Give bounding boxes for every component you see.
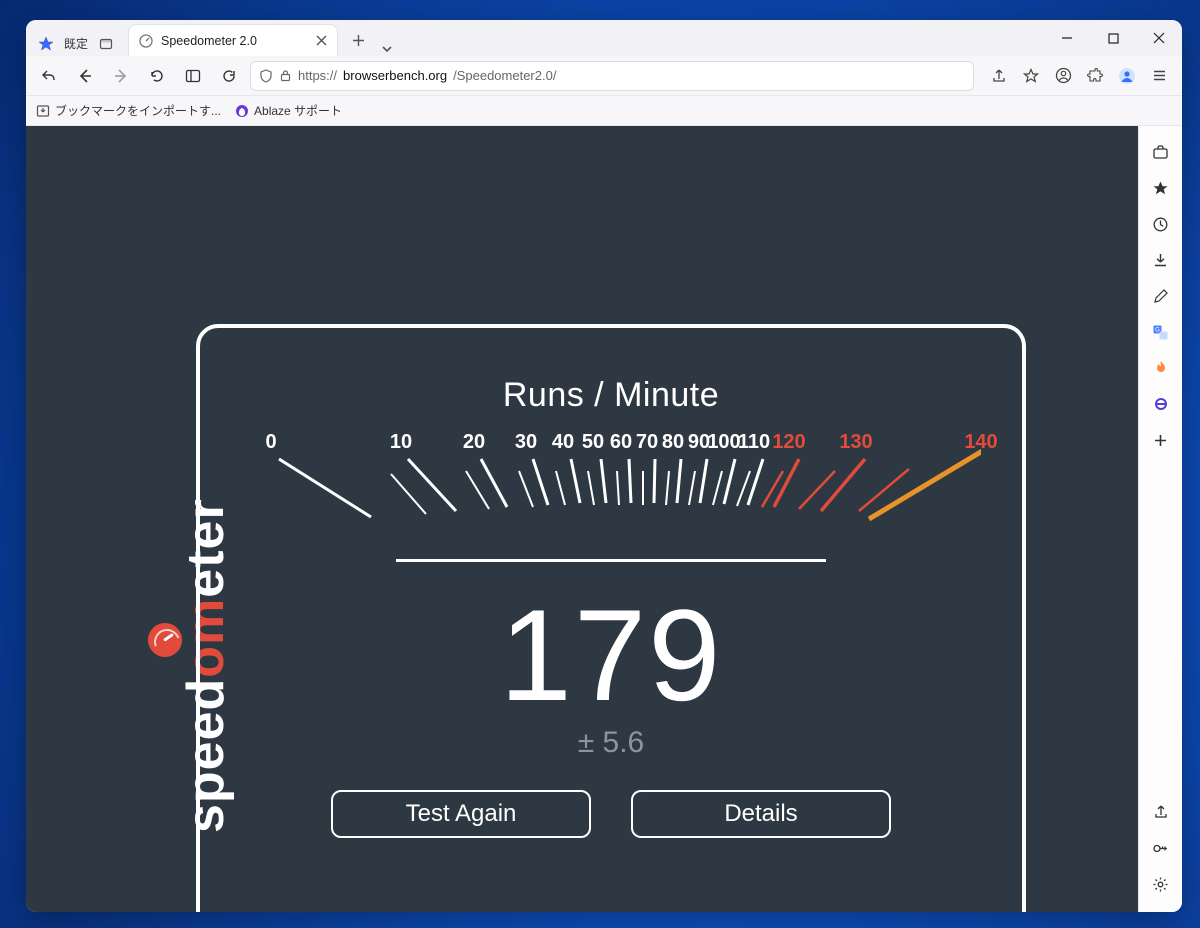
account-button[interactable] (1048, 61, 1078, 91)
workspace-pin[interactable]: 既定 (26, 35, 124, 56)
sidebar-settings-icon[interactable] (1145, 868, 1177, 900)
workspace-icon (38, 36, 54, 52)
titlebar: 既定 Speedometer 2.0 (26, 20, 1182, 56)
gauge-tick-80: 80 (662, 431, 684, 454)
gauge-tick-20: 20 (463, 431, 485, 454)
forward-button[interactable] (106, 61, 136, 91)
undo-close-tab-button[interactable] (34, 61, 64, 91)
window-controls (1044, 20, 1182, 56)
gauge-tick-140: 140 (964, 431, 997, 454)
url-path: /Speedometer2.0/ (453, 68, 556, 83)
score-plusminus: ± 5.6 (200, 726, 1022, 760)
app-menu-button[interactable] (1144, 61, 1174, 91)
result-heading: Runs / Minute (200, 376, 1022, 415)
sidebar-notes-icon[interactable] (1145, 280, 1177, 312)
bookmarks-bar: ブックマークをインポートす... Ablaze サポート (26, 96, 1182, 126)
url-host: browserbench.org (343, 68, 447, 83)
right-sidebar: G (1138, 126, 1182, 912)
sidebar-history-icon[interactable] (1145, 208, 1177, 240)
sidebar-flame-icon[interactable] (1145, 352, 1177, 384)
bookmark-ablaze-label: Ablaze サポート (254, 102, 342, 119)
sidebar-addpanel-button[interactable] (1145, 424, 1177, 456)
page: speedometer Runs / Minute (26, 126, 1138, 912)
bookmark-ablaze[interactable]: Ablaze サポート (235, 102, 342, 119)
shield-icon[interactable] (259, 69, 273, 83)
sidebar-briefcase-icon[interactable] (1145, 136, 1177, 168)
extensions-button[interactable] (1080, 61, 1110, 91)
url-scheme: https:// (298, 68, 337, 83)
import-bookmarks-label: ブックマークをインポートす... (55, 102, 221, 119)
bookmark-star-button[interactable] (1016, 61, 1046, 91)
navbar: https:// browserbench.org/Speedometer2.0/ (26, 56, 1182, 96)
sidebar-downloads-icon[interactable] (1145, 244, 1177, 276)
gauge: 0102030405060708090100110120130140 (241, 429, 981, 559)
share-button[interactable] (984, 61, 1014, 91)
reload-button[interactable] (142, 61, 172, 91)
ablaze-icon (235, 104, 249, 118)
test-again-button[interactable]: Test Again (331, 790, 591, 838)
content-area: speedometer Runs / Minute (26, 126, 1182, 912)
active-tab[interactable]: Speedometer 2.0 (128, 24, 338, 56)
sidebar-translate-icon[interactable]: G (1145, 316, 1177, 348)
maximize-button[interactable] (1090, 20, 1136, 56)
score-value: 179 (200, 580, 1022, 730)
tab-favicon-icon (139, 34, 153, 48)
tab-close-button[interactable] (316, 35, 327, 46)
gauge-baseline (396, 559, 826, 562)
gauge-tick-70: 70 (636, 431, 658, 454)
details-button[interactable]: Details (631, 790, 891, 838)
window-close-button[interactable] (1136, 20, 1182, 56)
gauge-tick-100: 100 (707, 431, 740, 454)
profile-button[interactable] (1112, 61, 1142, 91)
sidebar-key-icon[interactable] (1145, 832, 1177, 864)
gauge-tick-40: 40 (552, 431, 574, 454)
sidebar-devtools-icon[interactable] (1145, 388, 1177, 420)
back-button[interactable] (70, 61, 100, 91)
sidebar-bookmarks-icon[interactable] (1145, 172, 1177, 204)
gauge-tick-0: 0 (265, 431, 276, 454)
gauge-tick-50: 50 (582, 431, 604, 454)
svg-text:G: G (1155, 327, 1160, 333)
gauge-tick-120: 120 (772, 431, 805, 454)
import-icon (36, 104, 50, 118)
gauge-tick-30: 30 (515, 431, 537, 454)
tab-title: Speedometer 2.0 (161, 34, 257, 48)
result-panel: Runs / Minute (196, 324, 1026, 912)
refresh-button[interactable] (214, 61, 244, 91)
gauge-tick-110: 110 (738, 431, 770, 454)
minimize-button[interactable] (1044, 20, 1090, 56)
address-bar[interactable]: https:// browserbench.org/Speedometer2.0/ (250, 61, 974, 91)
container-icon[interactable] (98, 36, 114, 52)
sidebar-share-icon[interactable] (1145, 796, 1177, 828)
gauge-tick-130: 130 (839, 431, 872, 454)
workspace-label: 既定 (64, 35, 88, 52)
lock-icon[interactable] (279, 69, 292, 82)
gauge-tick-10: 10 (390, 431, 412, 454)
tab-overflow-button[interactable] (372, 42, 402, 56)
sidebar-toggle-button[interactable] (178, 61, 208, 91)
import-bookmarks-button[interactable]: ブックマークをインポートす... (36, 102, 221, 119)
new-tab-button[interactable] (344, 26, 372, 54)
browser-window: 既定 Speedometer 2.0 (26, 20, 1182, 912)
gauge-tick-60: 60 (610, 431, 632, 454)
